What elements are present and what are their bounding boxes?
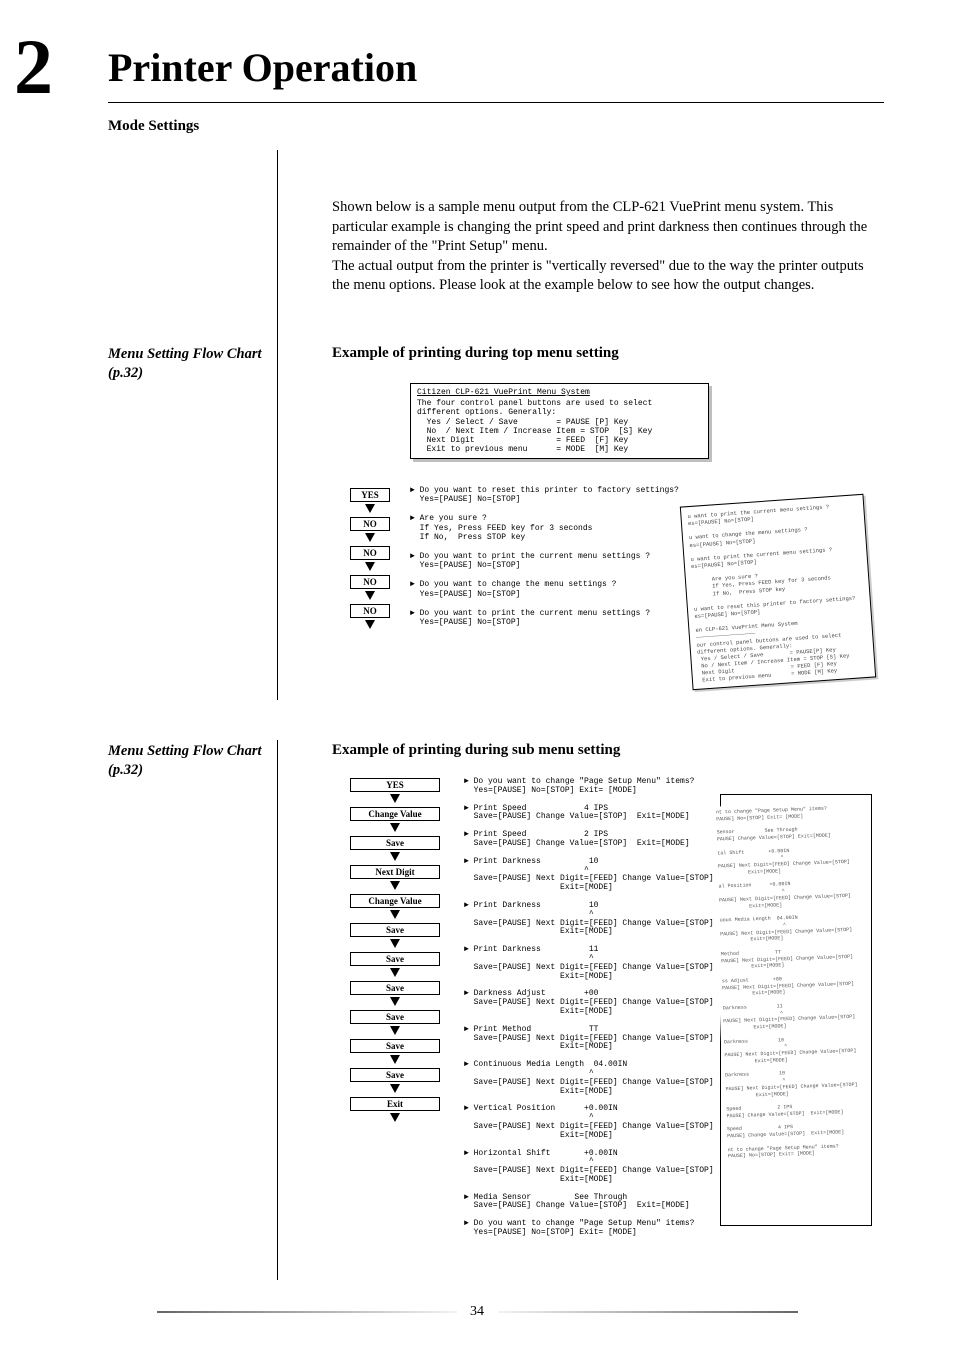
printout-thumbnail: nt to change "Page Setup Menu" items? PA…	[713, 802, 870, 1225]
arrow-down-icon	[365, 504, 375, 513]
flow-step: ► Do you want to change "Page Setup Menu…	[464, 1220, 724, 1238]
flow-label: Change Value	[350, 894, 440, 908]
arrow-down-icon	[390, 997, 400, 1006]
flow-label: Change Value	[350, 807, 440, 821]
flow-step: ► Do you want to change "Page Setup Menu…	[464, 778, 724, 796]
flow-step: ► Print Speed 2 IPS Save=[PAUSE] Change …	[464, 831, 724, 849]
arrow-down-icon	[390, 1055, 400, 1064]
intro-paragraphs: Shown below is a sample menu output from…	[332, 198, 872, 296]
flow-label: Exit	[350, 1097, 440, 1111]
flow-label: Save	[350, 1010, 440, 1024]
flow-label: NO	[350, 517, 390, 531]
vertical-divider	[277, 740, 278, 1280]
flow-step: ► Print Method TT Save=[PAUSE] Next Digi…	[464, 1026, 724, 1052]
arrow-down-icon	[390, 968, 400, 977]
example-heading-1: Example of printing during top menu sett…	[332, 345, 619, 362]
diagram-top-menu: Citizen CLP-621 VuePrint Menu System The…	[350, 378, 870, 708]
flow-step: ► Print Darkness 11 ^ Save=[PAUSE] Next …	[464, 946, 724, 981]
arrow-down-icon	[365, 562, 375, 571]
flow-step: ► Do you want to print the current menu …	[410, 609, 700, 627]
flow-label: YES	[350, 488, 390, 502]
arrow-down-icon	[365, 591, 375, 600]
flow-step: ► Print Darkness 10 ^ Save=[PAUSE] Next …	[464, 902, 724, 937]
arrow-down-icon	[390, 1084, 400, 1093]
arrow-down-icon	[390, 939, 400, 948]
arrow-down-icon	[390, 823, 400, 832]
arrow-down-icon	[390, 881, 400, 890]
flow-step: ► Vertical Position +0.00IN ^ Save=[PAUS…	[464, 1105, 724, 1140]
flow-label: Save	[350, 836, 440, 850]
flow-step: ► Do you want to print the current menu …	[410, 552, 700, 570]
chapter-number: 2	[14, 28, 53, 106]
arrow-down-icon	[365, 620, 375, 629]
arrow-down-icon	[390, 1113, 400, 1122]
footer-rule-right	[498, 1311, 798, 1313]
flow-label: YES	[350, 778, 440, 792]
flow-label: NO	[350, 546, 390, 560]
section-title: Mode Settings	[108, 118, 199, 135]
menu-system-box: Citizen CLP-621 VuePrint Menu System The…	[410, 383, 709, 459]
flow-step: ► Print Speed 4 IPS Save=[PAUSE] Change …	[464, 805, 724, 823]
footer-rule-left	[157, 1311, 457, 1313]
sidebar-cross-ref: Menu Setting Flow Chart (p.32)	[108, 742, 268, 780]
flow-step: ► Print Darkness 10 ^ Save=[PAUSE] Next …	[464, 858, 724, 893]
printout-thumbnail: u want to print the current menu setting…	[680, 494, 876, 690]
example-heading-2: Example of printing during sub menu sett…	[332, 742, 620, 759]
flow-label: Save	[350, 923, 440, 937]
menu-system-body: The four control panel buttons are used …	[417, 399, 652, 454]
flow-step: ► Media Sensor See Through Save=[PAUSE] …	[464, 1194, 724, 1212]
flow-step: ► Continuous Media Length 04.00IN ^ Save…	[464, 1061, 724, 1096]
intro-para-2: The actual output from the printer is "v…	[332, 257, 872, 296]
diagram-sub-menu: YES Change Value Save Next Digit Change Valu…	[350, 776, 870, 1276]
flow-step: ► Do you want to change the menu setting…	[410, 580, 700, 598]
menu-system-title: Citizen CLP-621 VuePrint Menu System	[417, 388, 702, 397]
divider-line	[108, 102, 884, 103]
flow-label: Save	[350, 981, 440, 995]
flow-step: ► Darkness Adjust +00 Save=[PAUSE] Next …	[464, 990, 724, 1016]
arrow-down-icon	[390, 794, 400, 803]
flow-step: ► Horizontal Shift +0.00IN ^ Save=[PAUSE…	[464, 1150, 724, 1185]
flow-label: NO	[350, 604, 390, 618]
page-footer: 34	[0, 1304, 954, 1320]
intro-para-1: Shown below is a sample menu output from…	[332, 198, 872, 257]
chapter-title: Printer Operation	[108, 44, 417, 91]
flow-label: Next Digit	[350, 865, 440, 879]
page-number: 34	[470, 1304, 484, 1319]
flow-label: Save	[350, 1068, 440, 1082]
arrow-down-icon	[365, 533, 375, 542]
arrow-down-icon	[390, 852, 400, 861]
vertical-divider	[277, 150, 278, 700]
flow-step: ► Do you want to reset this printer to f…	[410, 486, 700, 504]
flow-step: ► Are you sure ? If Yes, Press FEED key …	[410, 514, 700, 542]
flow-label: Save	[350, 952, 440, 966]
arrow-down-icon	[390, 1026, 400, 1035]
flow-label: NO	[350, 575, 390, 589]
flow-label: Save	[350, 1039, 440, 1053]
sidebar-cross-ref: Menu Setting Flow Chart (p.32)	[108, 345, 268, 383]
arrow-down-icon	[390, 910, 400, 919]
